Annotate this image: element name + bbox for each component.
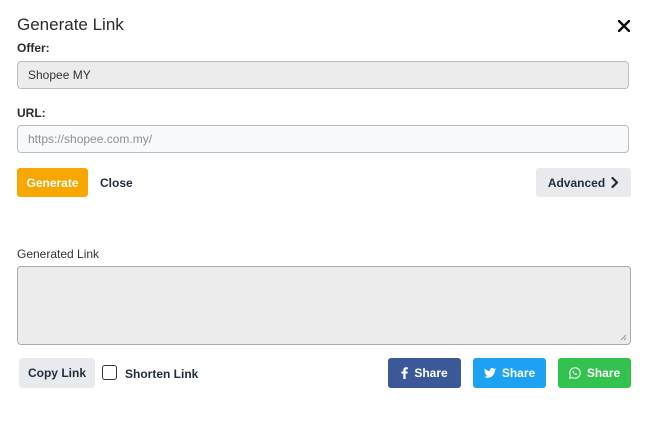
close-button[interactable]: Close	[100, 168, 133, 197]
close-dialog-button[interactable]	[614, 16, 634, 36]
facebook-icon	[401, 367, 409, 379]
twitter-icon	[483, 368, 496, 378]
share-whatsapp-label: Share	[586, 366, 621, 380]
whatsapp-icon	[568, 367, 581, 379]
generated-link-label: Generated Link	[17, 247, 100, 261]
chevron-right-icon	[611, 177, 619, 188]
shorten-link-label: Shorten Link	[125, 367, 199, 381]
copy-link-button[interactable]: Copy Link	[19, 358, 95, 388]
share-whatsapp-button[interactable]: Share	[558, 358, 631, 388]
advanced-button[interactable]: Advanced	[536, 168, 631, 197]
generate-link-dialog: Generate Link Offer: Shopee MY URL: Gene…	[0, 0, 650, 437]
resize-grip-icon[interactable]	[619, 333, 627, 341]
dialog-title: Generate Link	[17, 15, 124, 34]
share-twitter-label: Share	[501, 366, 536, 380]
close-icon	[618, 20, 630, 32]
offer-label: Offer:	[17, 41, 50, 55]
share-twitter-button[interactable]: Share	[473, 358, 546, 388]
url-input[interactable]	[17, 125, 629, 153]
url-label: URL:	[17, 106, 46, 120]
offer-field: Shopee MY	[17, 61, 629, 89]
share-facebook-button[interactable]: Share	[388, 358, 461, 388]
share-facebook-label: Share	[414, 366, 448, 380]
generate-button[interactable]: Generate	[17, 168, 88, 197]
offer-value: Shopee MY	[28, 68, 91, 82]
advanced-label: Advanced	[547, 175, 606, 190]
shorten-link-checkbox[interactable]	[102, 365, 117, 380]
generated-link-textarea[interactable]	[17, 266, 631, 345]
